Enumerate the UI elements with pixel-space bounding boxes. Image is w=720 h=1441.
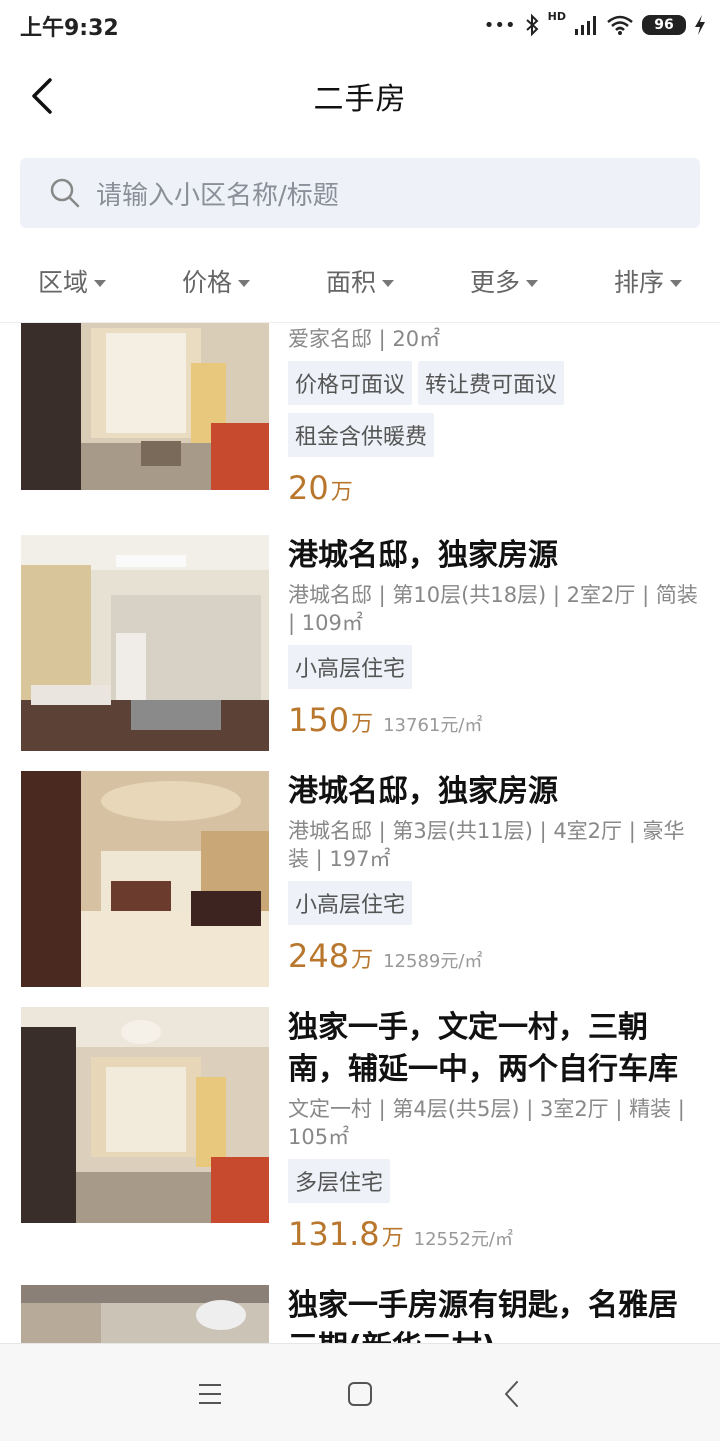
status-icons: ••• HD 96 — [484, 10, 706, 40]
search-icon — [50, 178, 80, 208]
listing-tag: 价格可面议 — [288, 361, 413, 405]
listing-tag: 转让费可面议 — [418, 361, 565, 405]
listing-photo — [21, 1007, 269, 1223]
filter-sort[interactable]: 排序 — [576, 240, 720, 322]
filter-label: 面积 — [325, 268, 376, 297]
more-dots-icon: ••• — [483, 14, 516, 36]
filter-label: 区域 — [37, 268, 88, 297]
listing-price: 150 — [288, 701, 350, 739]
listing-price-row: 150 万 13761元/㎡ — [288, 701, 704, 739]
filter-region[interactable]: 区域 — [0, 240, 144, 322]
wifi-icon — [607, 15, 633, 35]
listing-title: 独家一手房源有钥匙，名雅居三期(新华三村) — [288, 1288, 678, 1343]
nav-back-icon[interactable] — [492, 1374, 532, 1414]
listing-tags: 价格可面议 转让费可面议租金含供暖费 — [288, 361, 704, 465]
listing-list[interactable]: 爱家名邸 | 20㎡ 价格可面议 转让费可面议租金含供暖费 20 万 港城名邸，… — [0, 323, 720, 1343]
listing-price-unit: 万 — [381, 1226, 404, 1251]
listing-item[interactable]: 独家一手房源有钥匙，名雅居三期(新华三村) — [0, 1285, 720, 1343]
listing-price-unit: 万 — [330, 480, 353, 505]
filter-area[interactable]: 面积 — [288, 240, 432, 322]
filter-price[interactable]: 价格 — [144, 240, 288, 322]
listing-price-row: 131.8 万 12552元/㎡ — [288, 1215, 704, 1253]
listing-photo — [21, 323, 269, 490]
listing-info: 独家一手，文定一村，三朝南，辅延一中，两个自行车库 文定一村 | 第4层(共5层… — [288, 1007, 704, 1253]
listing-price: 248 — [288, 937, 350, 975]
listing-item[interactable]: 独家一手，文定一村，三朝南，辅延一中，两个自行车库 文定一村 | 第4层(共5层… — [0, 1007, 720, 1272]
listing-title: 港城名邸，独家房源 — [288, 538, 558, 573]
filter-label: 排序 — [613, 268, 664, 297]
filter-more[interactable]: 更多 — [432, 240, 576, 322]
system-nav-bar — [0, 1343, 720, 1441]
listing-photo — [21, 1285, 269, 1343]
battery-indicator: 96 — [642, 15, 686, 35]
listing-tag: 租金含供暖费 — [288, 413, 435, 457]
caret-down-icon — [238, 279, 250, 287]
listing-price-per-m2: 12552元/㎡ — [413, 1229, 513, 1250]
listing-item[interactable]: 港城名邸，独家房源 港城名邸 | 第3层(共11层) | 4室2厅 | 豪华装 … — [0, 771, 720, 996]
listing-price-row: 248 万 12589元/㎡ — [288, 937, 704, 975]
listing-title: 港城名邸，独家房源 — [288, 774, 558, 809]
listing-item[interactable]: 爱家名邸 | 20㎡ 价格可面议 转让费可面议租金含供暖费 20 万 — [0, 323, 720, 523]
app-header: 二手房 — [0, 52, 720, 140]
listing-tag: 小高层住宅 — [288, 881, 413, 925]
listing-price-per-m2: 12589元/㎡ — [383, 951, 483, 972]
search-input[interactable]: 请输入小区名称/标题 — [20, 158, 700, 228]
listing-tag: 小高层住宅 — [288, 645, 413, 689]
listing-meta: 文定一村 | 第4层(共5层) | 3室2厅 | 精装 | 105㎡ — [288, 1097, 685, 1149]
listing-info: 爱家名邸 | 20㎡ 价格可面议 转让费可面议租金含供暖费 20 万 — [288, 325, 704, 507]
charging-icon — [695, 15, 705, 35]
listing-photo — [21, 535, 269, 751]
caret-down-icon — [670, 279, 682, 287]
listing-price: 131.8 — [288, 1215, 380, 1253]
listing-price: 20 — [288, 469, 329, 507]
listing-title: 独家一手，文定一村，三朝南，辅延一中，两个自行车库 — [288, 1010, 678, 1087]
page-title: 二手房 — [313, 82, 407, 117]
search-placeholder: 请输入小区名称/标题 — [96, 180, 339, 211]
listing-price-per-m2: 13761元/㎡ — [383, 715, 483, 736]
listing-photo — [21, 771, 269, 987]
caret-down-icon — [382, 279, 394, 287]
filter-label: 价格 — [181, 268, 232, 297]
listing-info: 独家一手房源有钥匙，名雅居三期(新华三村) — [288, 1285, 704, 1343]
listing-tags: 小高层住宅 — [288, 645, 704, 697]
listing-info: 港城名邸，独家房源 港城名邸 | 第10层(共18层) | 2室2厅 | 简装 … — [288, 535, 704, 739]
listing-meta: 爱家名邸 | 20㎡ — [288, 327, 441, 351]
listing-price-unit: 万 — [351, 948, 374, 973]
home-square-icon[interactable] — [340, 1374, 380, 1414]
caret-down-icon — [526, 279, 538, 287]
listing-info: 港城名邸，独家房源 港城名邸 | 第3层(共11层) | 4室2厅 | 豪华装 … — [288, 771, 704, 975]
filter-bar: 区域 价格 面积 更多 排序 — [0, 240, 720, 323]
listing-tag: 多层住宅 — [288, 1159, 391, 1203]
status-bar: 上午9:32 ••• HD 96 — [0, 0, 720, 52]
listing-price-unit: 万 — [351, 712, 374, 737]
listing-tags: 多层住宅 — [288, 1159, 704, 1211]
listing-meta: 港城名邸 | 第10层(共18层) | 2室2厅 | 简装 | 109㎡ — [288, 583, 698, 635]
caret-down-icon — [94, 279, 106, 287]
bluetooth-icon — [525, 13, 539, 37]
listing-price-row: 20 万 — [288, 469, 704, 507]
status-time: 上午9:32 — [20, 16, 119, 41]
menu-icon[interactable] — [190, 1374, 230, 1414]
listing-tags: 小高层住宅 — [288, 881, 704, 933]
filter-label: 更多 — [469, 268, 520, 297]
listing-item[interactable]: 港城名邸，独家房源 港城名邸 | 第10层(共18层) | 2室2厅 | 简装 … — [0, 535, 720, 760]
listing-meta: 港城名邸 | 第3层(共11层) | 4室2厅 | 豪华装 | 197㎡ — [288, 819, 685, 871]
signal-icon — [575, 16, 596, 35]
network-badge: HD — [547, 10, 566, 23]
